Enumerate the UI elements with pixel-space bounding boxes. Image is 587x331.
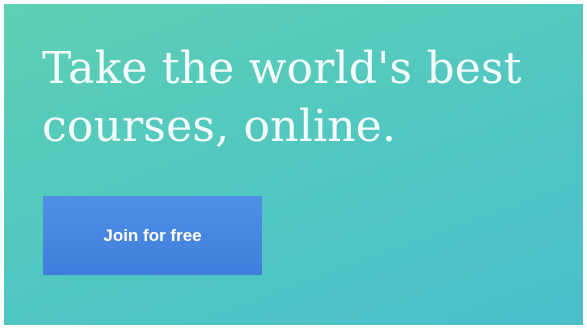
- join-for-free-button[interactable]: Join for free: [43, 196, 262, 275]
- join-button-label: Join for free: [103, 225, 202, 245]
- headline-line-1: Take the world's best: [42, 43, 522, 94]
- headline-line-2: courses, online.: [42, 101, 397, 152]
- hero-headline: Take the world's best courses, online.: [42, 40, 582, 156]
- hero-banner: Take the world's best courses, online. J…: [4, 4, 583, 325]
